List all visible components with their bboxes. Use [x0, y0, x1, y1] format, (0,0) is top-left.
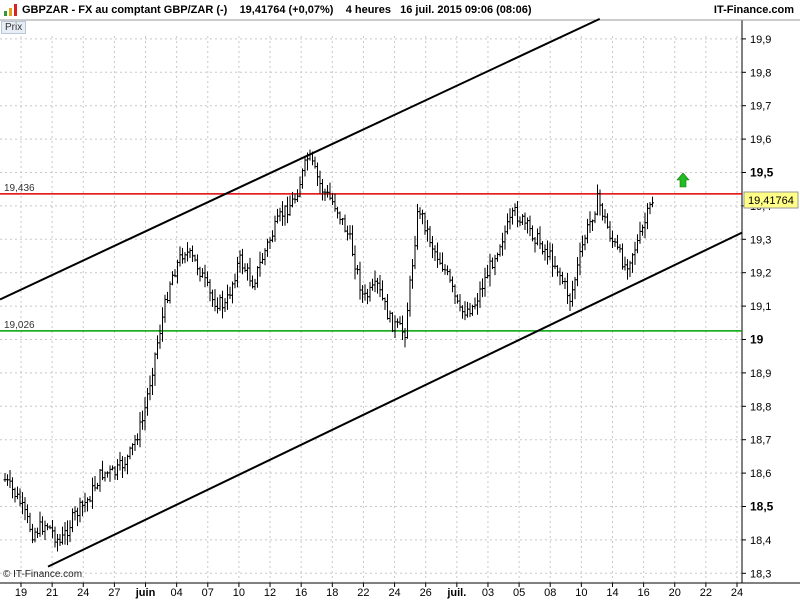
y-tick-label: 19,3: [750, 234, 771, 246]
y-tick-label: 18,7: [750, 435, 771, 447]
x-tick-label: 14: [606, 587, 618, 599]
y-tick-label: 18,3: [750, 568, 771, 580]
x-tick-label: 12: [264, 587, 276, 599]
x-tick-label: 27: [108, 587, 120, 599]
x-tick-label: 16: [637, 587, 649, 599]
x-tick-label: 08: [544, 587, 556, 599]
x-axis: 19 21 24 27 juin 04 07 10 12 16 18 22 24 26 juil. 03 05 0…: [15, 583, 743, 599]
y-tick-label: 19: [750, 333, 764, 347]
last-price-label: 19,41764: [748, 195, 794, 207]
x-tick-label: 24: [388, 587, 400, 599]
y-tick-label: 19,2: [750, 268, 771, 280]
x-tick-label: 07: [202, 587, 214, 599]
y-tick-label: 18,4: [750, 535, 771, 547]
x-tick-label: juin: [135, 587, 156, 599]
y-tick-label: 18,9: [750, 368, 771, 380]
y-tick-label: 19,9: [750, 34, 771, 46]
trend-channel: [0, 17, 743, 568]
x-tick-label: 24: [731, 587, 743, 599]
x-tick-label: 16: [295, 587, 307, 599]
y-tick-label: 19,8: [750, 67, 771, 79]
x-tick-label: 05: [513, 587, 525, 599]
price-chart[interactable]: 18,3 18,4 18,5 18,6 18,7 18,8 18,9 19 19,1 19,2 19…: [0, 0, 800, 600]
x-tick-label: 03: [482, 587, 494, 599]
chart-frame: [0, 19, 800, 584]
ohlc-series: [3, 149, 654, 552]
y-tick-label: 19,6: [750, 134, 771, 146]
x-tick-label: 20: [669, 587, 681, 599]
watermark-label: © IT-Finance.com: [3, 569, 83, 580]
x-tick-label: 26: [420, 587, 432, 599]
up-arrow-icon: [676, 172, 690, 188]
y-tick-label: 19,5: [750, 166, 774, 180]
y-tick-label: 19,7: [750, 101, 771, 113]
y-tick-label: 18,8: [750, 401, 771, 413]
level-label: 19,026: [4, 320, 35, 331]
x-tick-label: 18: [326, 587, 338, 599]
x-tick-label: 10: [575, 587, 587, 599]
y-axis: 18,3 18,4 18,5 18,6 18,7 18,8 18,9 19 19,1 19,2 19…: [742, 34, 774, 580]
y-tick-label: 18,5: [750, 500, 774, 514]
x-tick-label: 04: [171, 587, 183, 599]
x-tick-label: 21: [46, 587, 58, 599]
x-tick-label: 19: [15, 587, 27, 599]
chart-grid: [0, 36, 742, 583]
y-tick-label: 18,6: [750, 468, 771, 480]
y-tick-label: 19,1: [750, 301, 771, 313]
x-tick-label: juil.: [446, 587, 466, 599]
x-tick-label: 22: [700, 587, 712, 599]
level-label: 19,436: [4, 183, 35, 194]
x-tick-label: 24: [77, 587, 89, 599]
x-tick-label: 22: [357, 587, 369, 599]
horizontal-levels: 19,436 19,026: [0, 183, 742, 332]
x-tick-label: 10: [233, 587, 245, 599]
channel-line-upper: [0, 17, 601, 301]
